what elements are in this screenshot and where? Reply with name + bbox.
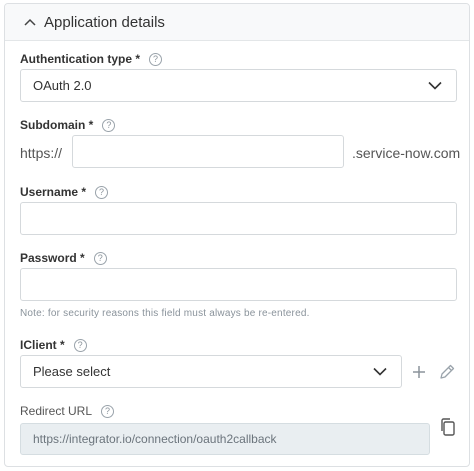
username-label-text: Username * [20,185,87,199]
auth-type-select[interactable]: OAuth 2.0 [20,69,457,102]
copy-icon [441,418,455,436]
subdomain-label: Subdomain * ? [20,118,116,132]
username-input[interactable] [20,202,457,235]
iclient-select[interactable]: Please select [20,355,402,388]
panel-title: Application details [44,14,165,31]
username-label: Username * ? [20,185,109,199]
iclient-label-text: IClient * [20,338,65,352]
copy-redirect-url-button[interactable] [437,416,459,438]
edit-iclient-button[interactable] [436,361,458,383]
auth-type-label-text: Authentication type * [20,52,141,66]
password-label-text: Password * [20,251,85,265]
help-icon[interactable]: ? [95,185,109,199]
help-icon[interactable]: ? [101,404,115,418]
add-iclient-button[interactable] [410,363,428,381]
subdomain-prefix: https:// [20,145,63,161]
iclient-value: Please select [33,364,111,379]
plus-icon [413,366,425,378]
help-icon[interactable]: ? [102,118,116,132]
auth-type-value: OAuth 2.0 [33,78,92,93]
redirect-url-label-text: Redirect URL [20,404,93,418]
subdomain-suffix: .service-now.com [352,145,461,161]
chevron-down-icon [373,367,387,376]
auth-type-label: Authentication type * ? [20,52,163,66]
subdomain-input[interactable] [72,135,344,168]
password-label: Password * ? [20,251,107,265]
redirect-url-value: https://integrator.io/connection/oauth2c… [33,432,277,446]
panel-header[interactable]: Application details [5,4,469,41]
pencil-icon [440,364,455,379]
redirect-url-field: https://integrator.io/connection/oauth2c… [20,423,430,455]
redirect-url-label: Redirect URL ? [20,404,115,418]
help-icon[interactable]: ? [73,338,87,352]
subdomain-label-text: Subdomain * [20,118,94,132]
iclient-label: IClient * ? [20,338,87,352]
chevron-up-icon[interactable] [23,16,37,28]
password-note: Note: for security reasons this field mu… [20,308,310,319]
help-icon[interactable]: ? [149,52,163,66]
help-icon[interactable]: ? [93,251,107,265]
password-input[interactable] [20,268,457,301]
chevron-down-icon [428,81,442,90]
application-details-panel: Application details Authentication type … [4,3,470,467]
